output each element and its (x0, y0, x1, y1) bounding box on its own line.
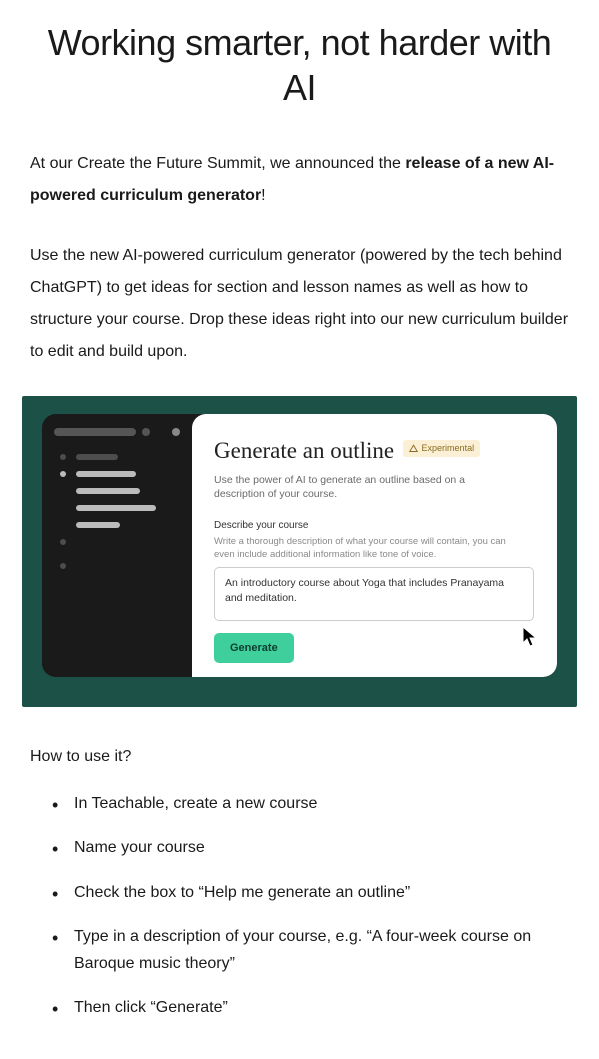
generate-subtitle: Use the power of AI to generate an outli… (214, 473, 514, 502)
sidebar-subitem-placeholder (76, 522, 120, 528)
describe-label: Describe your course (214, 518, 535, 533)
sidebar-header-placeholder (54, 428, 136, 436)
warning-icon (409, 444, 418, 453)
sidebar-item-dot (60, 454, 66, 460)
sidebar-item-dot (60, 563, 66, 569)
howto-heading: How to use it? (30, 745, 569, 769)
page-title: Working smarter, not harder with AI (30, 20, 569, 110)
cursor-icon (522, 626, 540, 648)
badge-label: Experimental (422, 442, 475, 456)
generate-button[interactable]: Generate (214, 633, 294, 663)
intro-paragraph: At our Create the Future Summit, we anno… (30, 148, 569, 212)
steps-list: In Teachable, create a new course Name y… (30, 791, 569, 1021)
sidebar-header-dot (172, 428, 180, 436)
product-screenshot: Generate an outline Experimental Use the… (22, 396, 577, 707)
description-paragraph: Use the new AI-powered curriculum genera… (30, 240, 569, 368)
sidebar-item-placeholder (76, 454, 118, 460)
app-content: Generate an outline Experimental Use the… (192, 414, 557, 677)
intro-suffix: ! (261, 187, 265, 204)
list-item: In Teachable, create a new course (74, 791, 569, 817)
list-item: Then click “Generate” (74, 995, 569, 1021)
describe-hint: Write a thorough description of what you… (214, 535, 524, 562)
sidebar-item-placeholder (76, 471, 136, 477)
sidebar-header-dot (142, 428, 150, 436)
list-item: Name your course (74, 835, 569, 861)
sidebar-subitem-placeholder (76, 488, 140, 494)
generate-heading: Generate an outline (214, 438, 394, 463)
list-item: Type in a description of your course, e.… (74, 924, 569, 977)
list-item: Check the box to “Help me generate an ou… (74, 880, 569, 906)
course-description-input[interactable]: An introductory course about Yoga that i… (214, 567, 534, 621)
app-window: Generate an outline Experimental Use the… (42, 414, 557, 677)
sidebar-item-dot (60, 471, 66, 477)
app-sidebar (42, 414, 192, 677)
intro-prefix: At our Create the Future Summit, we anno… (30, 155, 405, 172)
experimental-badge: Experimental (403, 440, 481, 458)
sidebar-subitem-placeholder (76, 505, 156, 511)
sidebar-item-dot (60, 539, 66, 545)
